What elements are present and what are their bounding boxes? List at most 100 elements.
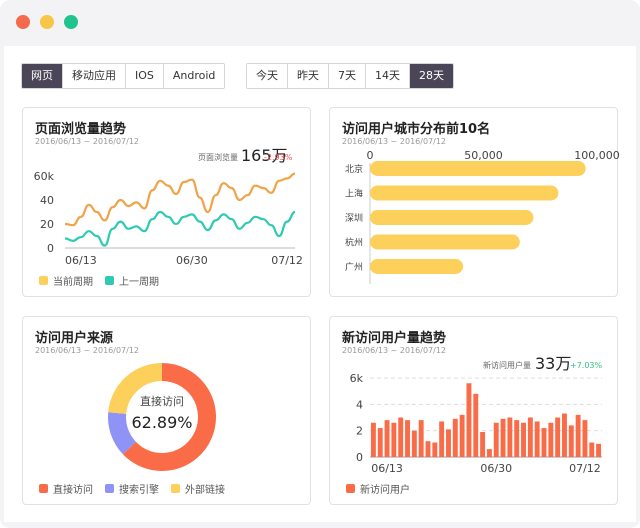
bar	[439, 421, 445, 457]
legend-label: 搜索引擎	[119, 485, 159, 496]
legend-current[interactable]: 当前周期	[39, 273, 93, 288]
new-users-stat-value: 33万	[535, 354, 571, 373]
maximize-icon[interactable]	[64, 15, 78, 29]
legend-label: 上一周期	[119, 277, 159, 288]
x-tick-label: 06/13	[371, 462, 403, 475]
tab-ios[interactable]: IOS	[126, 64, 164, 88]
bar	[411, 430, 417, 457]
city-bar-chart: 0 50,000 100,000 北京上海深圳杭州广州	[345, 149, 619, 284]
bar	[370, 422, 376, 457]
legend-search[interactable]: 搜索引擎	[105, 481, 159, 496]
x-tick-label: 100,000	[574, 149, 619, 162]
range-today[interactable]: 今天	[247, 64, 288, 88]
y-tick-label: 20	[40, 218, 54, 231]
bar	[391, 422, 397, 457]
category-label: 上海	[345, 188, 363, 200]
legend-direct[interactable]: 直接访问	[39, 481, 93, 496]
x-tick-label: 0	[367, 149, 374, 162]
range-28d[interactable]: 28天	[410, 64, 453, 88]
pv-trend-card: 页面浏览量趋势 2016/06/13 ~ 2016/07/12 页面浏览量 16…	[22, 107, 311, 297]
bar	[589, 442, 595, 457]
x-tick-label: 50,000	[464, 149, 503, 162]
bar	[514, 420, 520, 457]
legend-label: 当前周期	[53, 277, 93, 288]
close-icon[interactable]	[16, 15, 30, 29]
legend-swatch	[105, 484, 114, 493]
y-tick-label: 60k	[34, 170, 55, 183]
x-tick-label: 06/13	[65, 254, 97, 267]
bar	[370, 161, 586, 176]
bar	[555, 417, 561, 457]
new-users-card: 新访问用户量趋势 2016/06/13 ~ 2016/07/12 新访问用户量 …	[329, 316, 618, 505]
legend-swatch	[105, 276, 114, 285]
legend-new-users[interactable]: 新访问用户	[346, 481, 410, 496]
minimize-icon[interactable]	[40, 15, 54, 29]
category-label: 深圳	[345, 213, 363, 224]
bar	[459, 414, 465, 457]
range-tabs: 今天 昨天 7天 14天 28天	[246, 63, 454, 89]
range-14d[interactable]: 14天	[366, 64, 410, 88]
y-tick-label: 0	[47, 242, 54, 255]
legend-swatch	[39, 276, 48, 285]
bar	[541, 428, 547, 457]
city-card: 访问用户城市分布前10名 2016/06/13 ~ 2016/07/12 0 50…	[329, 107, 619, 297]
window-controls	[16, 15, 78, 29]
x-tick-label: 07/12	[271, 254, 303, 267]
legend-previous[interactable]: 上一周期	[105, 273, 159, 288]
category-label: 杭州	[345, 237, 363, 249]
bar	[466, 383, 472, 457]
range-yesterday[interactable]: 昨天	[288, 64, 329, 88]
y-tick-label: 4	[356, 398, 363, 411]
bar	[452, 418, 458, 457]
donut-center-value: 62.89%	[131, 413, 192, 432]
legend-label: 外部链接	[185, 485, 225, 496]
tab-web[interactable]: 网页	[22, 64, 63, 88]
range-7d[interactable]: 7天	[329, 64, 366, 88]
bar	[568, 425, 574, 457]
bar	[575, 414, 581, 457]
bar	[500, 418, 506, 457]
bar	[398, 417, 404, 457]
bar	[370, 234, 520, 250]
bar	[534, 421, 540, 457]
source-legend: 直接访问 搜索引擎 外部链接	[39, 481, 225, 496]
bar	[446, 429, 451, 457]
source-card: 访问用户来源 2016/06/13 ~ 2016/07/12 直接访问 62.8…	[22, 316, 311, 505]
bar	[521, 422, 526, 457]
platform-tabs: 网页 移动应用 IOS Android	[21, 63, 226, 89]
series-line	[64, 210, 296, 247]
category-label: 北京	[345, 163, 363, 175]
bar	[432, 442, 438, 457]
pv-stat-change: -2.93%	[264, 153, 293, 162]
bar	[418, 420, 424, 457]
legend-swatch	[39, 484, 48, 493]
y-tick-label: 0	[356, 451, 363, 464]
legend-swatch	[171, 484, 180, 493]
bar	[370, 259, 464, 274]
category-label: 广州	[345, 261, 363, 273]
legend-swatch	[346, 484, 355, 493]
donut-slice	[108, 412, 137, 455]
bar	[582, 420, 588, 457]
bar	[425, 441, 431, 457]
bar	[384, 420, 390, 457]
pv-legend: 当前周期 上一周期	[39, 273, 159, 288]
new-users-stat-label: 新访问用户量	[483, 360, 531, 370]
tab-mobile-app[interactable]: 移动应用	[63, 64, 126, 88]
tab-android[interactable]: Android	[163, 64, 225, 88]
bar	[493, 422, 499, 457]
legend-label: 新访问用户	[360, 485, 410, 496]
source-donut-chart: 直接访问 62.89%	[108, 363, 216, 471]
bar	[596, 443, 602, 457]
bar	[507, 417, 513, 457]
x-tick-label: 06/30	[176, 254, 208, 267]
bar	[562, 413, 567, 457]
legend-external[interactable]: 外部链接	[171, 481, 225, 496]
pv-line-chart: 页面浏览量 165万 -2.93% 60k4020006/13 06/30 07/1…	[34, 146, 303, 267]
app-window: 网页 移动应用 IOS Android 今天 昨天 7天 14天 28天 页面浏…	[0, 0, 640, 528]
y-tick-label: 6k	[350, 372, 364, 385]
bar	[370, 185, 559, 201]
legend-label: 直接访问	[53, 485, 93, 496]
bar	[480, 431, 486, 457]
y-tick-label: 40	[40, 194, 54, 207]
